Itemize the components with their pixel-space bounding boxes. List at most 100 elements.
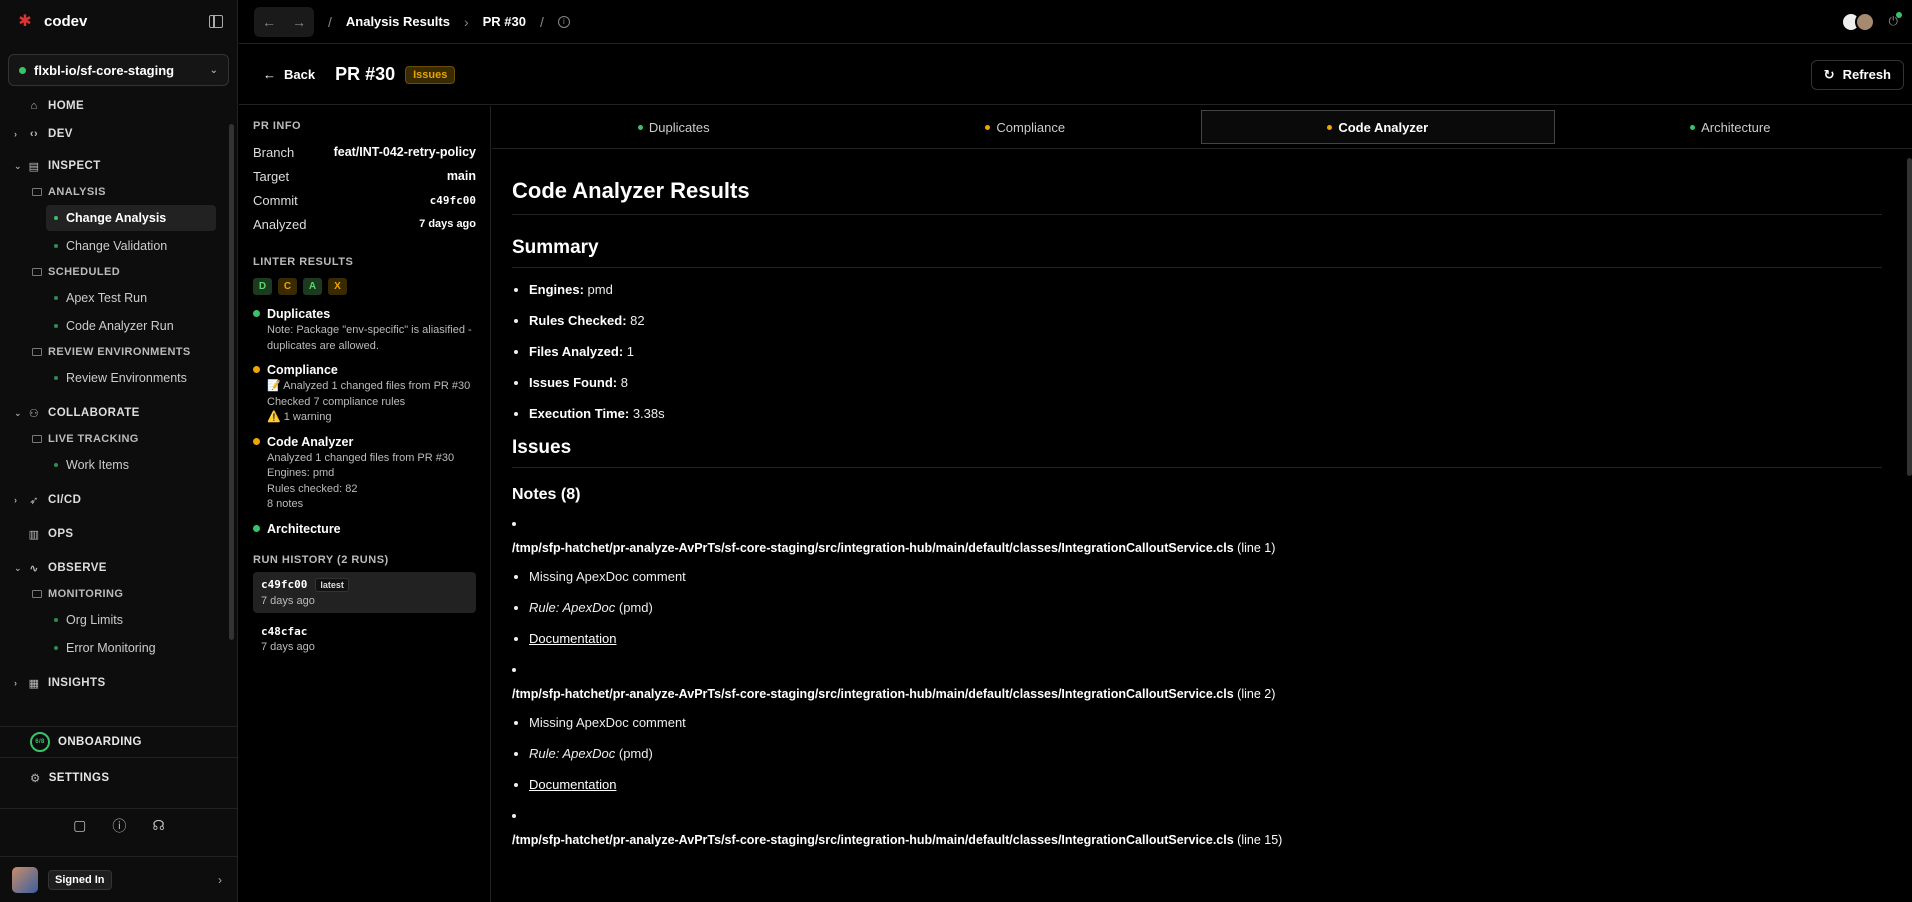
pr-info-row: Analyzed 7 days ago [253,212,476,236]
nav-home-label: HOME [48,100,85,112]
headset-icon[interactable]: ☊ [152,817,164,834]
tab-architecture[interactable]: Architecture [1555,110,1907,144]
back-arrow-icon[interactable]: ← [262,14,276,30]
sidebar-item-review-environments[interactable]: Review Environments [46,365,216,391]
sidebar-item-change-validation[interactable]: Change Validation [46,233,216,259]
clipboard-icon[interactable]: ▢ [73,817,86,834]
sidebar-header: ✱ codev [0,0,237,42]
sidebar-item-label: Code Analyzer Run [66,319,174,333]
run-history-item[interactable]: c49fc00 latest 7 days ago [253,571,476,613]
arrow-left-icon: ← [263,67,276,82]
list-item [512,516,1882,531]
nav-ops[interactable]: ▥ OPS [0,522,228,546]
folder-icon [32,590,42,598]
power-icon[interactable]: ⏻ [1889,12,1902,29]
nav-home[interactable]: ⌂ HOME [0,94,228,118]
nav-group-review-environments[interactable]: REVIEW ENVIRONMENTS [0,342,228,362]
linter-badge-architecture[interactable]: A [303,278,322,295]
run-time: 7 days ago [261,594,315,607]
note-line: (line 1) [1237,541,1276,555]
linter-badge-code-analyzer[interactable]: X [328,278,347,295]
folder-icon [32,435,42,443]
sidebar-item-change-analysis[interactable]: Change Analysis [46,205,216,231]
note-path: /tmp/sfp-hatchet/pr-analyze-AvPrTs/sf-co… [512,687,1234,701]
sidebar-collapse-icon[interactable] [209,14,223,28]
settings-item[interactable]: ⚙ SETTINGS [0,764,238,792]
user-menu[interactable]: Signed In › [0,856,238,902]
nav-group-live-tracking[interactable]: LIVE TRACKING [0,429,228,449]
settings-label: SETTINGS [48,772,110,784]
nav-inspect[interactable]: ⌄ ▤ INSPECT [0,154,228,178]
info-icon[interactable]: i [557,15,570,28]
history-nav: ← → [254,6,314,37]
chevron-down-icon: ⌄ [14,407,22,418]
chevron-right-icon: › [14,495,18,505]
sidebar-item-code-analyzer-run[interactable]: Code Analyzer Run [46,313,216,339]
topbar: ← → / Analysis Results › PR #30 / i ⏻ [239,0,1912,44]
sidebar-tools: ▢ ⓘ ☊ [0,808,238,842]
breadcrumb-pr[interactable]: PR #30 [483,14,526,29]
status-dot [253,437,260,445]
sidebar-item-apex-test-run[interactable]: Apex Test Run [46,285,216,311]
nav-observe[interactable]: ⌄ ∿ OBSERVE [0,556,228,580]
notes-heading: Notes (8) [512,486,581,503]
tab-code-analyzer[interactable]: Code Analyzer [1201,110,1555,144]
help-icon[interactable]: ⓘ [112,816,126,836]
breadcrumb-analysis-results[interactable]: Analysis Results [346,14,450,29]
documentation-link[interactable]: Documentation [529,631,616,646]
nav-inspect-label: INSPECT [48,160,101,172]
nav-group-scheduled[interactable]: SCHEDULED [0,262,228,282]
sidebar-item-org-limits[interactable]: Org Limits [46,607,216,633]
status-dot [1690,124,1696,130]
refresh-button[interactable]: ↻ Refresh [1810,59,1904,90]
repo-selector[interactable]: flxbl-io/sf-core-staging ⌄ [8,54,229,86]
nav-group-label: REVIEW ENVIRONMENTS [48,346,191,358]
nav-collaborate[interactable]: ⌄ ⚇ COLLABORATE [0,401,228,425]
tab-compliance[interactable]: Compliance [850,110,1202,144]
results-content: Code Analyzer Results Summary Engines: p… [492,150,1912,902]
sidebar-item-error-monitoring[interactable]: Error Monitoring [46,635,216,661]
chevron-right-icon: › [14,678,18,688]
nav-insights[interactable]: › ▦ INSIGHTS [0,671,228,695]
linter-result-detail: 📝 Analyzed 1 changed files from PR #30 [267,380,471,392]
nav-dev[interactable]: › ‹› DEV [0,122,228,146]
note-message: Missing ApexDoc comment [529,715,1882,731]
linter-badge-duplicates[interactable]: D [253,278,272,295]
status-badge: Issues [405,65,456,84]
linter-result-title: Code Analyzer [267,434,354,449]
pr-info-row: Target main [253,164,476,188]
note-message: Missing ApexDoc comment [529,569,1882,585]
note-bullet [512,808,1882,823]
collaborator-avatars[interactable] [1840,11,1875,32]
nav-group-analysis[interactable]: ANALYSIS [0,182,228,202]
forward-arrow-icon[interactable]: → [292,14,306,30]
pr-info-row: Branch feat/INT-042-retry-policy [253,140,476,164]
note-rule-label: Rule: ApexDoc [529,746,616,761]
sidebar-item-label: Work Items [66,458,129,472]
pr-info-value: 7 days ago [419,218,476,230]
back-label: Back [284,67,316,82]
content-scrollbar[interactable] [1907,158,1912,476]
folder-icon [32,268,42,276]
nav-cicd[interactable]: › ➶ CI/CD [0,488,228,512]
sidebar-item-label: Error Monitoring [66,641,156,655]
sidebar-scrollbar[interactable] [229,124,234,640]
pr-info-label: Branch [253,144,295,160]
linter-result-compliance: Compliance 📝 Analyzed 1 changed files fr… [253,361,476,426]
linter-result-detail: Rules checked: 82 [267,482,358,495]
latest-badge: latest [315,577,349,592]
documentation-link[interactable]: Documentation [529,777,616,792]
nav-group-monitoring[interactable]: MONITORING [0,584,228,604]
onboarding-label: ONBOARDING [58,736,142,748]
sidebar-item-work-items[interactable]: Work Items [46,452,216,478]
run-history-item[interactable]: c48cfac 7 days ago [253,619,476,659]
back-button[interactable]: ← Back [263,67,315,82]
onboarding-item[interactable]: 6/8 ONBOARDING [0,726,238,758]
note-file-path: /tmp/sfp-hatchet/pr-analyze-AvPrTs/sf-co… [512,687,1882,701]
nav-group-label: ANALYSIS [48,186,106,198]
gear-icon: ⚙ [30,773,41,785]
nav-insights-label: INSIGHTS [48,677,106,689]
tab-duplicates[interactable]: Duplicates [498,110,850,144]
summary-label: Rules Checked: [529,313,627,328]
linter-badge-compliance[interactable]: C [278,278,297,295]
